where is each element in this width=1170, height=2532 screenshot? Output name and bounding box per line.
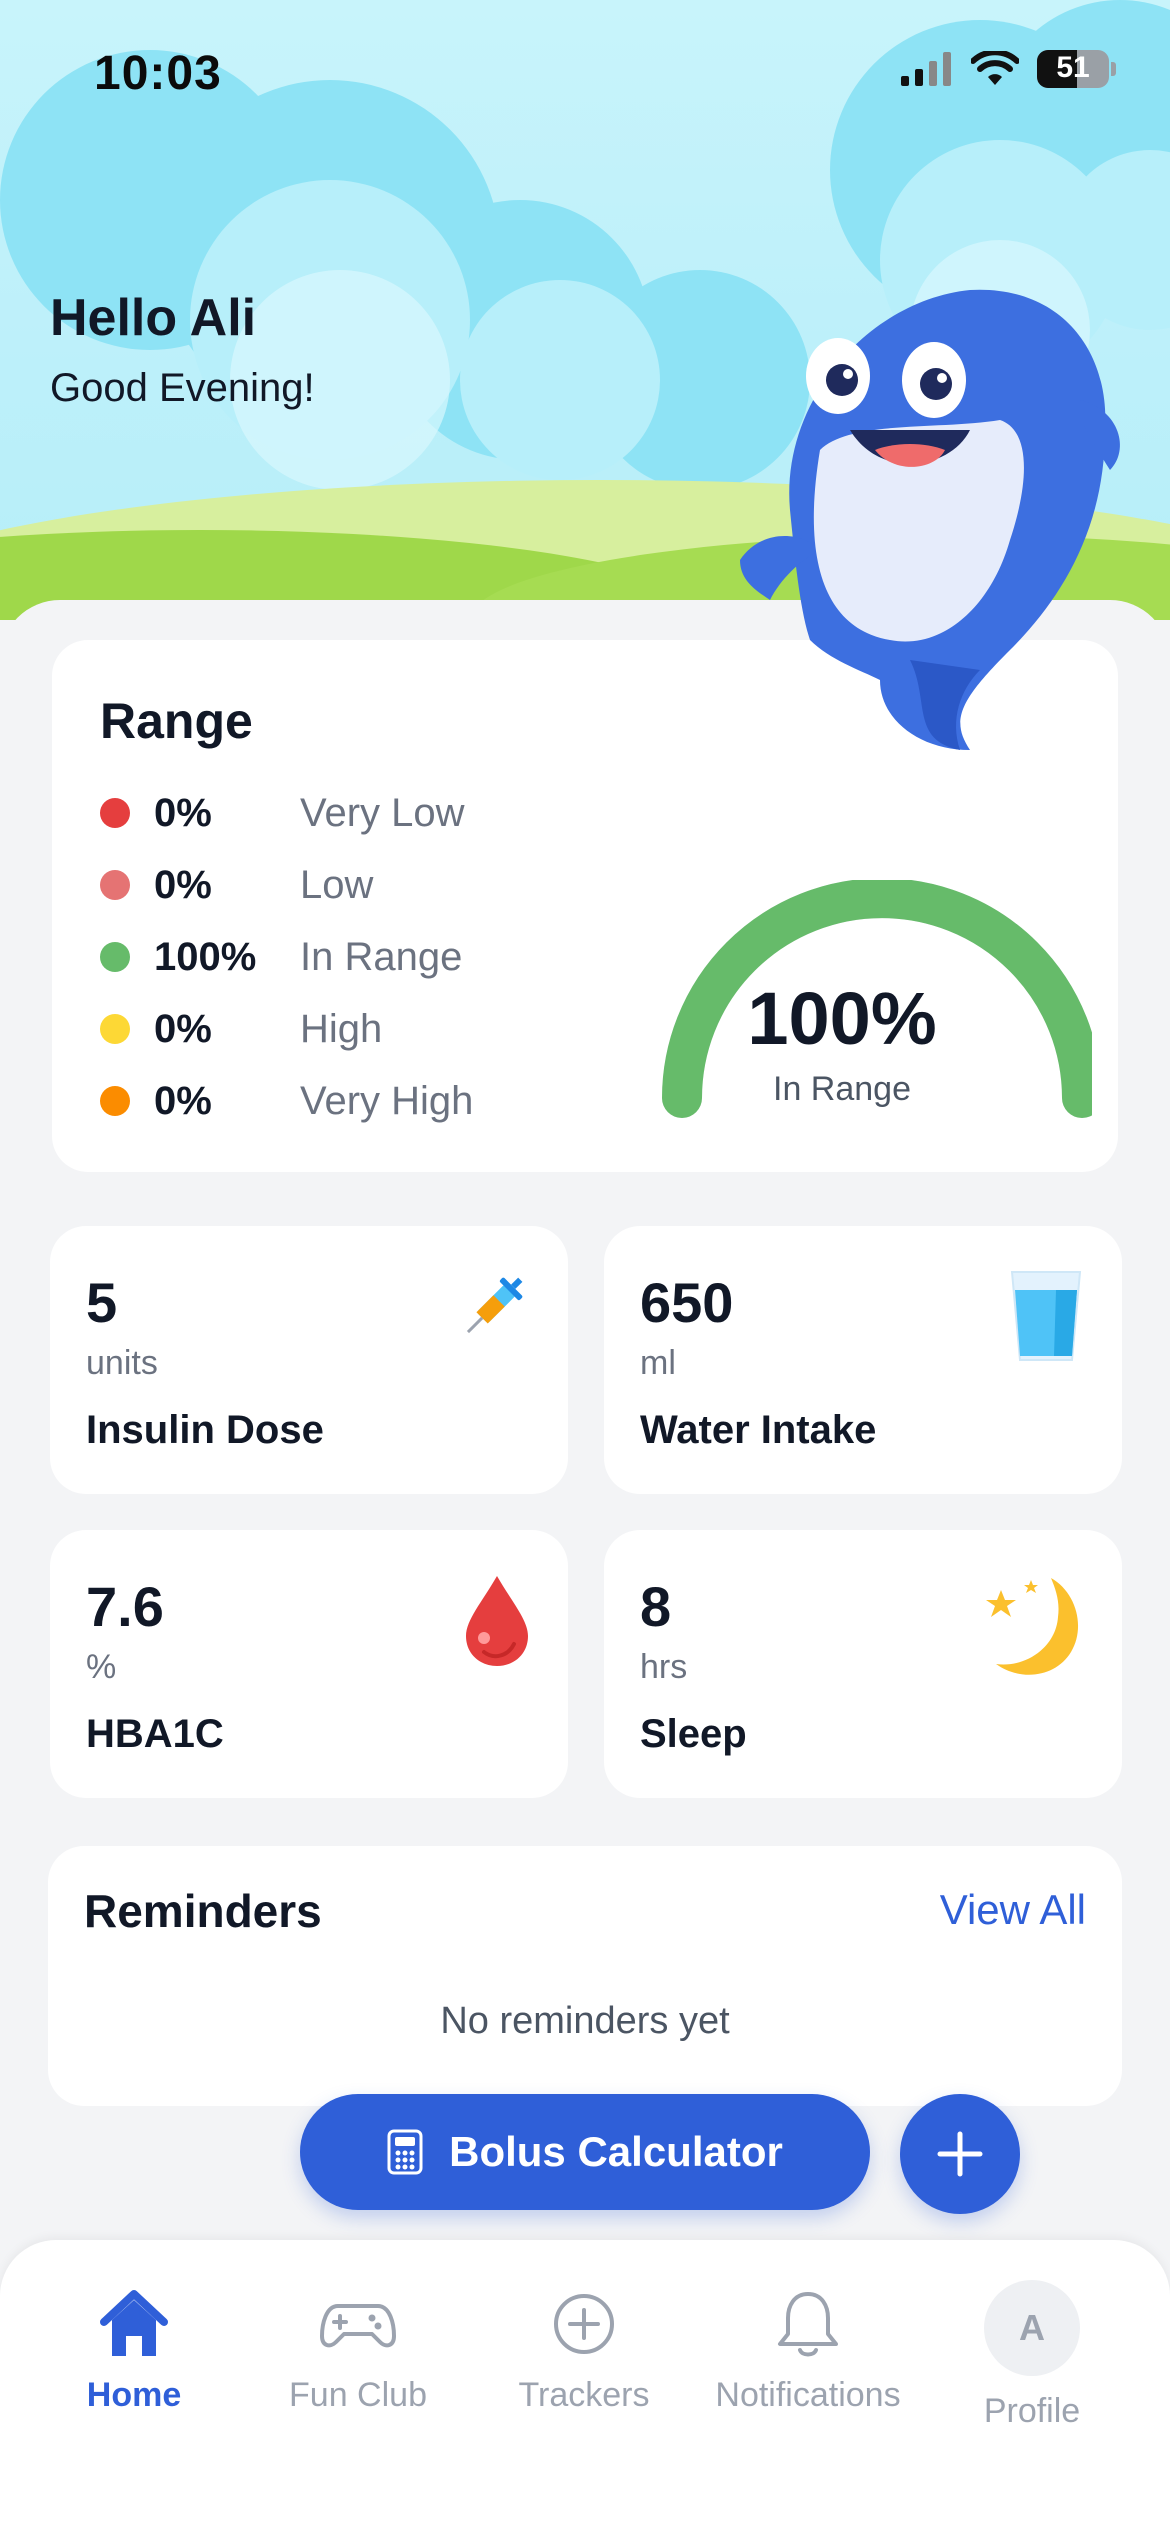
wifi-icon bbox=[971, 51, 1019, 85]
home-icon bbox=[100, 2290, 168, 2356]
range-title: Range bbox=[100, 693, 253, 749]
battery-icon: 51 bbox=[1037, 50, 1116, 88]
reminders-card: Reminders View All No reminders yet bbox=[48, 1846, 1122, 2106]
blood-drop-icon bbox=[466, 1576, 528, 1666]
gauge-label: In Range bbox=[773, 1070, 911, 1108]
range-row-very-high: 0% Very High bbox=[100, 1076, 473, 1126]
range-pct: 0% bbox=[154, 862, 212, 907]
syringe-icon bbox=[466, 1277, 523, 1334]
metric-name: Insulin Dose bbox=[86, 1408, 324, 1452]
bell-icon bbox=[778, 2292, 838, 2357]
very-high-dot bbox=[100, 1086, 130, 1116]
range-label: Very High bbox=[300, 1078, 474, 1123]
greeting-subtitle: Good Evening! bbox=[50, 366, 315, 410]
gauge-value: 100% bbox=[747, 977, 937, 1060]
water-intake-card[interactable]: 650 ml Water Intake bbox=[604, 1226, 1122, 1494]
tab-trackers[interactable]: Trackers bbox=[474, 2284, 694, 2415]
metric-unit: ml bbox=[640, 1344, 676, 1382]
range-label: Very Low bbox=[300, 790, 465, 835]
range-row-low: 0% Low bbox=[100, 860, 373, 910]
gamepad-icon bbox=[320, 2304, 396, 2348]
battery-level: 51 bbox=[1056, 51, 1090, 84]
bolus-calculator-button[interactable]: Bolus Calculator bbox=[300, 2094, 870, 2210]
high-dot bbox=[100, 1014, 130, 1044]
metric-name: Water Intake bbox=[640, 1408, 877, 1452]
tab-label: Home bbox=[86, 2376, 182, 2414]
dolphin-mascot bbox=[740, 289, 1120, 750]
insulin-dose-card[interactable]: 5 units Insulin Dose bbox=[50, 1226, 568, 1494]
metric-unit: % bbox=[86, 1648, 117, 1686]
range-pct: 0% bbox=[154, 1078, 212, 1123]
metric-name: Sleep bbox=[640, 1712, 747, 1756]
metric-value: 8 bbox=[640, 1575, 672, 1638]
range-row-high: 0% High bbox=[100, 1004, 382, 1054]
metric-value: 7.6 bbox=[86, 1575, 164, 1638]
range-label: Low bbox=[300, 862, 374, 907]
bolus-calculator-label: Bolus Calculator bbox=[449, 2128, 783, 2175]
range-row-very-low: 0% Very Low bbox=[100, 788, 465, 838]
avatar: A bbox=[984, 2280, 1080, 2376]
calculator-icon bbox=[387, 2129, 423, 2175]
in-range-dot bbox=[100, 942, 130, 972]
status-time: 10:03 bbox=[94, 47, 222, 100]
signal-icon bbox=[901, 52, 951, 86]
range-label: High bbox=[300, 1006, 383, 1051]
tab-notifications[interactable]: Notifications bbox=[698, 2284, 918, 2415]
tab-label: Notifications bbox=[715, 2376, 901, 2414]
status-icons: 51 bbox=[901, 50, 1116, 88]
tab-label: Trackers bbox=[518, 2376, 650, 2414]
water-glass-icon bbox=[1010, 1271, 1082, 1361]
range-row-in-range: 100% In Range bbox=[100, 932, 462, 982]
greeting-title: Hello Ali bbox=[50, 289, 257, 347]
sleep-card[interactable]: 8 hrs Sleep bbox=[604, 1530, 1122, 1798]
tab-label: Profile bbox=[983, 2392, 1081, 2430]
tab-label: Fun Club bbox=[289, 2376, 427, 2414]
metric-value: 650 bbox=[640, 1271, 734, 1334]
bottom-tab-bar: Home Fun Club Trackers Notifications A P… bbox=[0, 2240, 1170, 2532]
plus-circle-icon bbox=[554, 2294, 614, 2354]
hba1c-card[interactable]: 7.6 % HBA1C bbox=[50, 1530, 568, 1798]
range-pct: 0% bbox=[154, 1006, 212, 1051]
range-label: In Range bbox=[300, 934, 463, 979]
metric-unit: hrs bbox=[640, 1648, 688, 1686]
range-pct: 0% bbox=[154, 790, 212, 835]
moon-stars-icon bbox=[986, 1578, 1079, 1675]
view-all-link[interactable]: View All bbox=[940, 1886, 1086, 1934]
low-dot bbox=[100, 870, 130, 900]
reminders-empty-text: No reminders yet bbox=[440, 2000, 730, 2042]
tab-profile[interactable]: A Profile bbox=[922, 2280, 1142, 2431]
very-low-dot bbox=[100, 798, 130, 828]
reminders-title: Reminders bbox=[84, 1885, 322, 1937]
range-pct: 100% bbox=[154, 934, 257, 979]
metric-name: HBA1C bbox=[86, 1712, 224, 1756]
tab-home[interactable]: Home bbox=[24, 2284, 244, 2415]
metric-unit: units bbox=[86, 1344, 158, 1382]
add-button[interactable] bbox=[900, 2094, 1020, 2214]
tab-fun-club[interactable]: Fun Club bbox=[248, 2284, 468, 2415]
plus-icon bbox=[937, 2131, 983, 2177]
metric-value: 5 bbox=[86, 1271, 118, 1334]
